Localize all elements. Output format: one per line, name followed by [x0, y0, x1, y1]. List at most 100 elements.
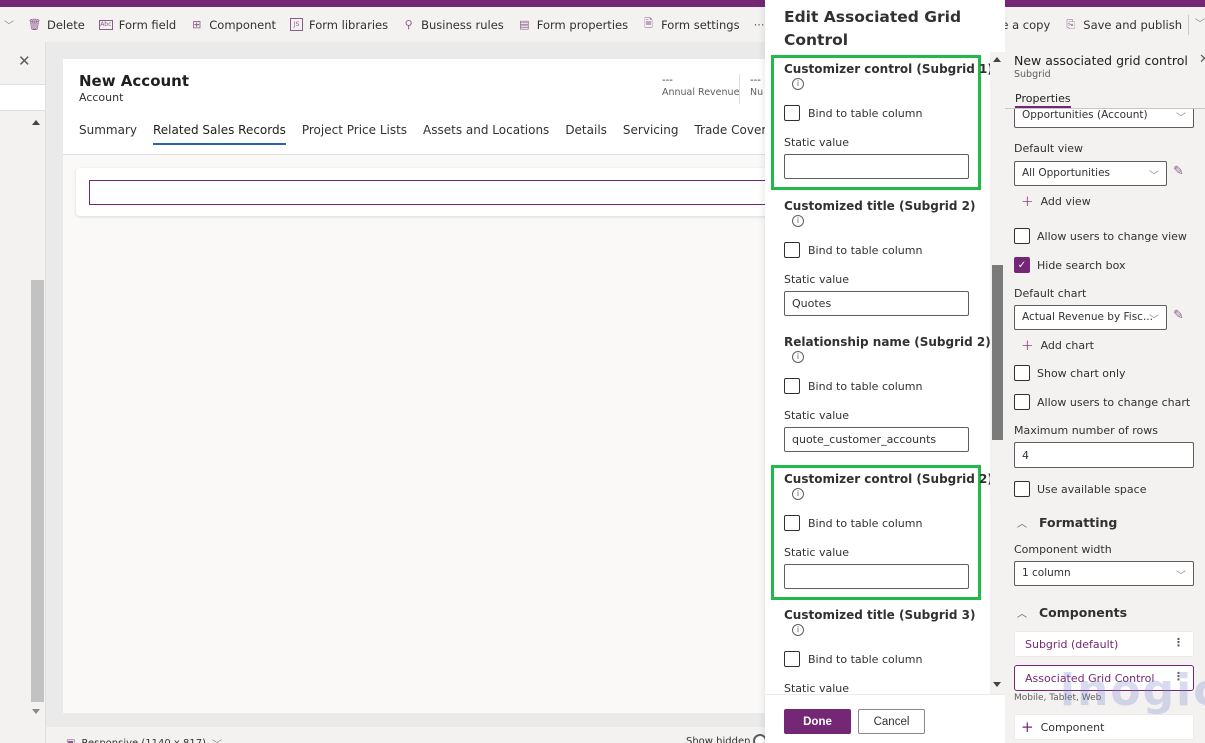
tab-properties[interactable]: Properties	[1015, 92, 1071, 109]
static-value-input[interactable]	[784, 154, 969, 179]
info-icon[interactable]: i	[792, 351, 804, 363]
close-icon[interactable]: ✕	[18, 52, 31, 70]
hide-search-box-checkbox[interactable]: ✓ Hide search box	[1014, 257, 1126, 273]
save-publish-button[interactable]: ⎘ Save and publish	[1064, 18, 1182, 32]
left-panel-scrollbar[interactable]	[31, 280, 44, 702]
tab-summary[interactable]: Summary	[79, 123, 137, 145]
more-commands-button[interactable]: ···	[754, 18, 765, 32]
checkbox[interactable]	[1014, 394, 1030, 410]
checkbox[interactable]	[784, 515, 800, 531]
default-view-select[interactable]: All Opportunities ﹀	[1014, 161, 1167, 186]
allow-change-view-checkbox[interactable]: Allow users to change view	[1014, 228, 1187, 244]
left-tree-panel: ✕	[0, 42, 46, 743]
plus-icon: +	[1021, 336, 1034, 354]
tab-servicing[interactable]: Servicing	[623, 123, 679, 145]
property-field: Customized title (Subgrid 2) i Bind to tab…	[784, 199, 975, 316]
components-section-header[interactable]: ︿ Components	[1017, 605, 1127, 620]
component-width-select[interactable]: 1 column ﹀	[1014, 561, 1194, 586]
static-value-input[interactable]	[784, 564, 969, 589]
checkbox[interactable]	[1014, 481, 1030, 497]
add-chart-button[interactable]: + Add chart	[1021, 336, 1094, 354]
info-icon[interactable]: i	[792, 488, 804, 500]
tab-details[interactable]: Details	[565, 123, 607, 145]
form-properties-button[interactable]: ▤ Form properties	[518, 18, 628, 32]
static-value-input[interactable]: quote_customer_accounts	[784, 427, 969, 452]
edit-panel-title: Edit Associated Grid Control	[784, 8, 962, 49]
property-field: Customizer control (Subgrid 1) i Bind to t…	[784, 62, 993, 179]
component-item-subgrid[interactable]: Subgrid (default) ⋮	[1014, 631, 1194, 657]
form-section[interactable]	[76, 168, 779, 216]
form-entity: Account	[79, 91, 124, 104]
save-publish-icon: ⎘	[1066, 17, 1076, 31]
show-chart-only-checkbox[interactable]: Show chart only	[1014, 365, 1126, 381]
bind-to-column-checkbox[interactable]: Bind to table column	[784, 515, 974, 531]
max-rows-input[interactable]: 4	[1014, 442, 1194, 468]
bottom-status-bar: ▣ Responsive (1140 x 817) ﹀ Show hidden	[46, 727, 767, 743]
bind-to-column-checkbox[interactable]: Bind to table column	[784, 651, 974, 667]
done-button[interactable]: Done	[784, 709, 851, 734]
property-label: Customized title (Subgrid 3)	[784, 608, 976, 622]
component-platforms: Mobile, Tablet, Web	[1014, 693, 1102, 703]
default-chart-select[interactable]: Actual Revenue by Fisc... ﹀	[1014, 305, 1167, 330]
responsive-selector[interactable]: ▣ Responsive (1140 x 817) ﹀	[66, 736, 222, 743]
use-available-space-checkbox[interactable]: Use available space	[1014, 481, 1146, 497]
max-rows-label: Maximum number of rows	[1014, 424, 1158, 437]
subgrid-placeholder[interactable]	[89, 180, 779, 205]
form-tabs: Summary Related Sales Records Project Pric…	[79, 123, 811, 145]
add-component-button[interactable]: + Component	[1014, 714, 1194, 740]
form-title: New Account	[79, 72, 190, 90]
more-options-icon[interactable]: ⋮	[1173, 636, 1184, 649]
bind-label: Bind to table column	[808, 106, 923, 120]
scroll-down-arrow-icon[interactable]	[993, 682, 1001, 687]
component-button[interactable]: ⊞ Component	[190, 18, 276, 32]
chevron-down-icon[interactable]: ﹀	[4, 17, 14, 32]
component-item-associated-grid[interactable]: Associated Grid Control ⋮	[1014, 665, 1194, 691]
header-field-annual-revenue[interactable]: --- Annual Revenue	[662, 75, 739, 98]
tab-assets-and-locations[interactable]: Assets and Locations	[423, 123, 549, 145]
checkbox[interactable]	[1014, 228, 1030, 244]
business-rules-button[interactable]: ⚲ Business rules	[402, 18, 504, 32]
form-libraries-button[interactable]: JS Form libraries	[290, 18, 388, 32]
component-icon: ⊞	[192, 18, 202, 31]
form-settings-icon: 🗎	[644, 17, 653, 30]
edit-panel-scrollbar-thumb[interactable]	[992, 265, 1003, 440]
add-view-button[interactable]: + Add view	[1021, 192, 1091, 210]
checkbox[interactable]	[784, 378, 800, 394]
property-label: Relationship name (Subgrid 2)	[784, 335, 991, 349]
info-icon[interactable]: i	[792, 624, 804, 636]
scroll-down-arrow-icon[interactable]	[32, 709, 40, 714]
edit-chart-pencil-icon[interactable]: ✎	[1173, 308, 1184, 323]
checkbox[interactable]	[784, 242, 800, 258]
form-field-button[interactable]: Abc Form field	[98, 18, 176, 32]
header-separator	[739, 74, 740, 104]
info-icon[interactable]: i	[792, 215, 804, 227]
checkbox[interactable]	[1014, 365, 1030, 381]
checkbox[interactable]	[784, 651, 800, 667]
static-value-label: Static value	[784, 273, 849, 286]
tab-related-sales-records[interactable]: Related Sales Records	[153, 123, 286, 145]
save-dropdown-chevron-icon[interactable]: ﹀	[1188, 14, 1205, 35]
cancel-button[interactable]: Cancel	[858, 709, 925, 734]
static-value-input[interactable]: Quotes	[784, 291, 969, 316]
checkbox[interactable]	[784, 105, 800, 121]
delete-button[interactable]: 🗑 Delete	[28, 18, 85, 32]
more-options-icon[interactable]: ⋮	[1173, 670, 1184, 683]
edit-view-pencil-icon[interactable]: ✎	[1173, 164, 1184, 179]
table-select[interactable]: Opportunities (Account) ﹀	[1014, 109, 1194, 128]
scroll-up-arrow-icon[interactable]	[993, 57, 1001, 62]
command-bar-right: Save a copy ⎘ Save and publish ﹀	[980, 7, 1205, 42]
info-icon[interactable]: i	[792, 78, 804, 90]
tree-search-input[interactable]	[0, 84, 45, 111]
bind-to-column-checkbox[interactable]: Bind to table column	[784, 242, 974, 258]
formatting-section-header[interactable]: ︿ Formatting	[1017, 515, 1117, 530]
form-settings-button[interactable]: 🗎 Form settings	[642, 17, 739, 32]
scroll-up-arrow-icon[interactable]	[32, 120, 40, 125]
properties-title: New associated grid control	[1014, 53, 1188, 68]
allow-change-chart-checkbox[interactable]: Allow users to change chart	[1014, 394, 1190, 410]
tab-project-price-lists[interactable]: Project Price Lists	[302, 123, 407, 145]
checkbox-checked[interactable]: ✓	[1014, 257, 1030, 273]
bind-to-column-checkbox[interactable]: Bind to table column	[784, 105, 974, 121]
bind-to-column-checkbox[interactable]: Bind to table column	[784, 378, 974, 394]
property-label: Customizer control (Subgrid 2)	[784, 472, 993, 486]
close-icon[interactable]: ✕	[1199, 52, 1205, 67]
